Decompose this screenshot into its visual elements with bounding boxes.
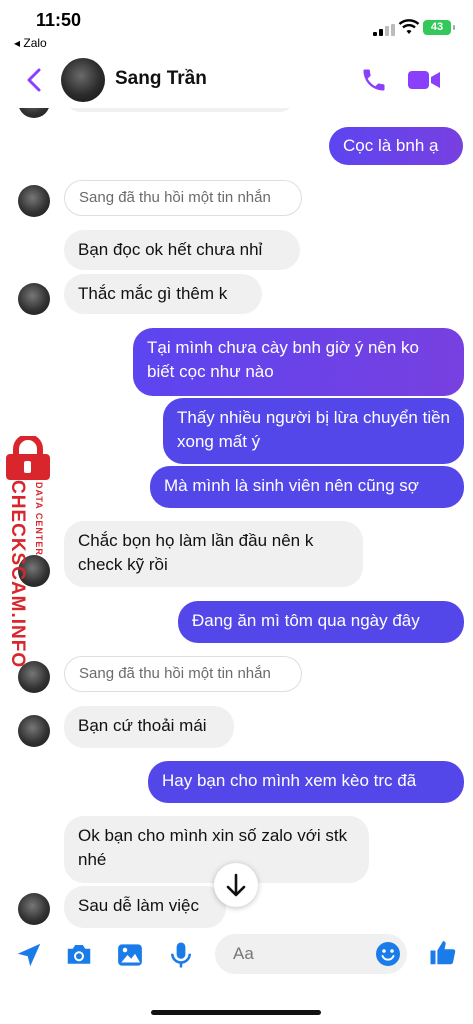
sender-avatar: [18, 283, 50, 315]
watermark-subtitle: DATA CENTER: [34, 482, 44, 556]
arrow-down-icon[interactable]: [214, 863, 258, 907]
message-incoming-partial: [64, 108, 296, 112]
video-icon[interactable]: [407, 68, 441, 92]
conversation-header: Sang Trần: [0, 52, 473, 108]
status-bar: 11:50 ◂ Zalo 43: [0, 0, 473, 52]
message-outgoing[interactable]: Cọc là bnh ạ: [329, 127, 463, 165]
message-incoming[interactable]: Bạn đọc ok hết chưa nhỉ: [64, 230, 300, 270]
message-incoming[interactable]: Chắc bọn họ làm lần đầu nên k check kỹ r…: [64, 521, 363, 587]
contact-avatar[interactable]: [61, 58, 105, 102]
mic-icon[interactable]: [166, 940, 196, 970]
message-outgoing[interactable]: Thấy nhiều người bị lừa chuyển tiền xong…: [163, 398, 464, 464]
message-input[interactable]: Aa: [215, 934, 407, 974]
back-chevron-icon[interactable]: [20, 64, 50, 96]
emoji-icon[interactable]: [375, 941, 401, 967]
sender-avatar: [18, 715, 50, 747]
camera-icon[interactable]: [64, 940, 94, 970]
message-incoming[interactable]: Sau dễ làm việc: [64, 886, 226, 928]
recalled-message-notice: Sang đã thu hồi một tin nhắn: [64, 180, 302, 216]
send-location-icon[interactable]: [14, 940, 44, 970]
home-indicator: [151, 1010, 321, 1015]
gallery-icon[interactable]: [115, 940, 145, 970]
thumbs-up-icon[interactable]: [428, 938, 458, 968]
back-to-app-link[interactable]: ◂ Zalo: [14, 36, 47, 50]
wifi-icon: [398, 19, 420, 34]
contact-name[interactable]: Sang Trần: [115, 68, 207, 90]
watermark-title: CHECKSCAM.INFO: [7, 480, 28, 669]
message-outgoing[interactable]: Hay bạn cho mình xem kèo trc đã: [148, 761, 464, 803]
phone-icon[interactable]: [360, 66, 388, 94]
sender-avatar: [18, 185, 50, 217]
watermark-lock-icon: [6, 436, 50, 480]
message-composer: Aa: [0, 930, 473, 990]
message-outgoing[interactable]: Tại mình chưa cày bnh giờ ý nên ko biết …: [133, 328, 464, 396]
status-time: 11:50: [36, 10, 82, 30]
sender-avatar: [18, 108, 50, 118]
message-outgoing[interactable]: Mà mình là sinh viên nên cũng sợ: [150, 466, 464, 508]
battery-indicator: 43: [423, 20, 455, 35]
sender-avatar: [18, 893, 50, 925]
message-list[interactable]: Cọc là bnh ạ Sang đã thu hồi một tin nhắ…: [0, 108, 473, 930]
message-incoming[interactable]: Bạn cứ thoải mái: [64, 706, 234, 748]
cellular-signal-icon: [373, 24, 395, 36]
message-outgoing[interactable]: Đang ăn mì tôm qua ngày đây: [178, 601, 464, 643]
recalled-message-notice: Sang đã thu hồi một tin nhắn: [64, 656, 302, 692]
message-input-placeholder: Aa: [233, 944, 254, 963]
message-incoming[interactable]: Thắc mắc gì thêm k: [64, 274, 262, 314]
